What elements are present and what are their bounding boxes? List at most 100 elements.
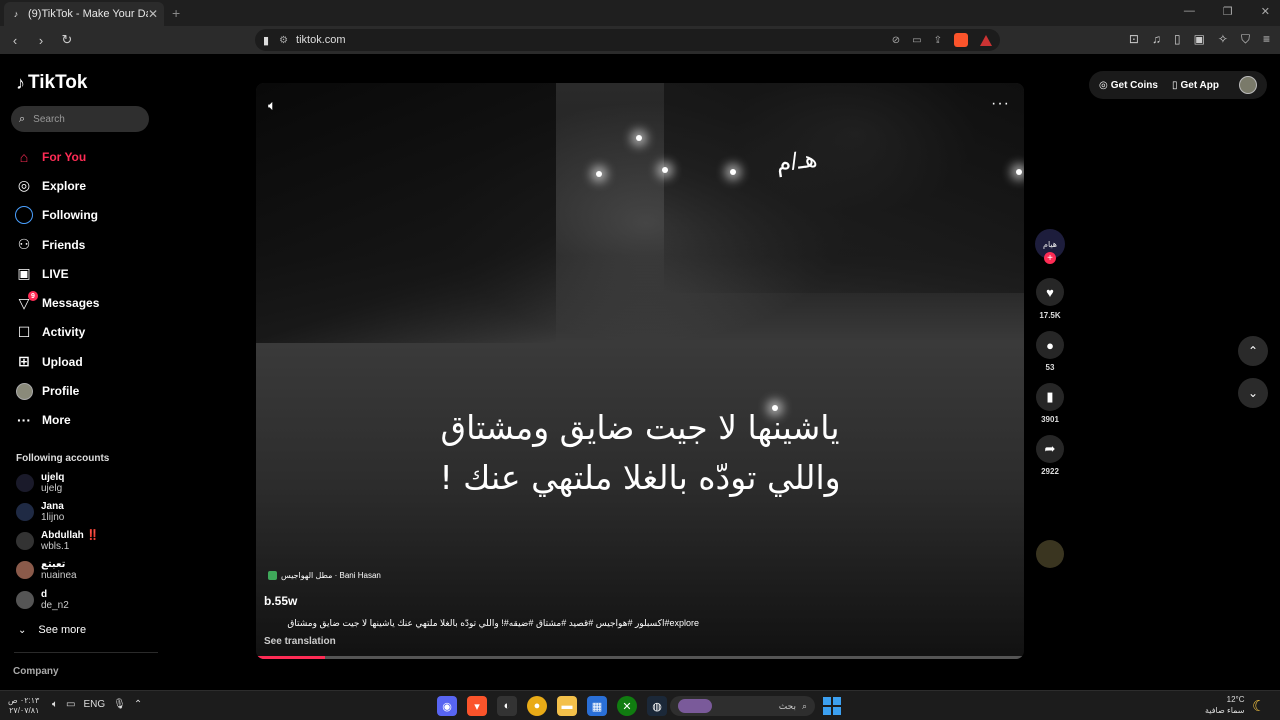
- speaker-icon[interactable]: 🔈︎: [52, 699, 58, 710]
- weather-widget[interactable]: 12°C سماء صافية: [1205, 694, 1245, 716]
- more-options-icon[interactable]: ···: [991, 95, 1010, 113]
- nav-messages[interactable]: ▽ 9 Messages: [14, 288, 99, 317]
- browser-tabbar: ♪ (9)TikTok - Make Your Day ✕ + — ❐ ✕: [0, 0, 1280, 26]
- nav-for-you[interactable]: ⌂ For You: [14, 142, 99, 171]
- user-avatar[interactable]: [1239, 76, 1257, 94]
- chevron-up-icon: ⌃: [1247, 344, 1259, 358]
- no-translate-icon[interactable]: ⊘: [892, 35, 900, 46]
- comment-button[interactable]: ●: [1036, 331, 1064, 359]
- steam-icon[interactable]: ◍: [647, 696, 667, 716]
- share-icon[interactable]: ⇪: [934, 35, 942, 46]
- vpn-icon[interactable]: ⛉: [1241, 32, 1250, 47]
- nav-activity[interactable]: ☐ Activity: [14, 318, 99, 347]
- file-explorer-icon[interactable]: ▬: [557, 696, 577, 716]
- tray-overflow-icon[interactable]: ⌃: [134, 699, 142, 710]
- wallet-icon[interactable]: ▣: [1194, 32, 1205, 47]
- home-icon: ⌂: [19, 148, 29, 165]
- chevron-down-icon: ⌄: [1247, 386, 1259, 400]
- video-overlay-signature: هـ/م: [774, 145, 819, 178]
- cast-icon[interactable]: ▭: [912, 35, 921, 46]
- follow-plus-icon[interactable]: +: [1044, 252, 1056, 264]
- moon-icon: ☾: [1252, 698, 1266, 715]
- tiktok-note-icon: ♪: [16, 72, 25, 93]
- volume-icon[interactable]: 🔈︎: [268, 97, 276, 114]
- discord-icon[interactable]: ◉: [437, 696, 457, 716]
- language-indicator[interactable]: ENG: [83, 699, 105, 710]
- music-icon[interactable]: ♫: [1152, 32, 1161, 47]
- profile-avatar: [14, 382, 34, 400]
- sidebar-icon[interactable]: ▯: [1174, 32, 1181, 47]
- nav-explore[interactable]: ◎ Explore: [14, 171, 99, 200]
- leo-icon[interactable]: ✧: [1218, 32, 1228, 47]
- site-info-icon[interactable]: ⚙: [279, 35, 288, 46]
- nav-following[interactable]: Following: [14, 201, 99, 230]
- activity-icon: ☐: [17, 323, 31, 340]
- following-account[interactable]: Jana 1lijno: [16, 501, 64, 523]
- like-button[interactable]: ♥: [1036, 278, 1064, 306]
- brave-icon[interactable]: ▾: [467, 696, 487, 716]
- nav-profile[interactable]: Profile: [14, 376, 99, 405]
- video-caption-line2: واللي تودّه بالغلا ملتهي عنك !: [439, 458, 841, 497]
- author-name[interactable]: b.55w: [264, 594, 297, 608]
- chrome-icon[interactable]: ●: [527, 696, 547, 716]
- close-window-icon[interactable]: ✕: [1261, 5, 1270, 18]
- video-progress-bar[interactable]: [256, 656, 1024, 659]
- app-icon[interactable]: ◐: [497, 696, 517, 716]
- new-tab-icon[interactable]: +: [172, 5, 180, 21]
- microphone-icon[interactable]: 🎙︎: [113, 699, 126, 710]
- tiktok-favicon-icon: ♪: [13, 9, 19, 19]
- company-link[interactable]: Company: [13, 666, 59, 677]
- network-icon[interactable]: ▭: [66, 699, 75, 710]
- browser-tab[interactable]: ♪ (9)TikTok - Make Your Day ✕: [4, 2, 164, 26]
- forward-icon[interactable]: ›: [30, 33, 52, 48]
- nav-upload[interactable]: ⊞ Upload: [14, 347, 99, 376]
- taskbar-apps: ◉ ▾ ◐ ● ▬ ▦ ✕ ◍: [437, 696, 667, 716]
- menu-icon[interactable]: ≡: [1263, 32, 1270, 47]
- window-controls: — ❐ ✕: [1184, 5, 1270, 18]
- get-coins-button[interactable]: ◎ Get Coins: [1099, 80, 1158, 91]
- brave-rewards-icon[interactable]: [980, 34, 992, 46]
- see-more-button[interactable]: ⌄ See more: [18, 624, 86, 636]
- store-icon[interactable]: ▦: [587, 696, 607, 716]
- share-button[interactable]: ➦: [1036, 435, 1064, 463]
- nav-live[interactable]: ▣ LIVE: [14, 259, 99, 288]
- close-tab-icon[interactable]: ✕: [148, 7, 158, 21]
- back-icon[interactable]: ‹: [4, 33, 26, 48]
- tiktok-logo[interactable]: ♪ TikTok: [16, 72, 87, 94]
- previous-video-button[interactable]: ⌃: [1238, 336, 1268, 366]
- reload-icon[interactable]: ↻: [56, 32, 78, 48]
- music-tag[interactable]: مطل الهواجيس · Bani Hasan: [268, 571, 381, 580]
- nav-friends[interactable]: ⚇ Friends: [14, 230, 99, 259]
- minimize-icon[interactable]: —: [1184, 5, 1195, 18]
- messages-badge: 9: [28, 291, 38, 302]
- see-translation-button[interactable]: See translation: [264, 636, 336, 647]
- comment-icon: ●: [1046, 337, 1054, 353]
- music-disc-icon[interactable]: [1036, 540, 1064, 568]
- search-input[interactable]: ⌕ Search: [11, 106, 149, 132]
- messages-icon: ▽ 9: [14, 291, 38, 312]
- get-app-button[interactable]: ▯ Get App: [1172, 80, 1219, 91]
- following-account[interactable]: Abdullah ‼️ wbls.1: [16, 530, 99, 552]
- xbox-icon[interactable]: ✕: [617, 696, 637, 716]
- brave-shields-icon[interactable]: [954, 33, 968, 47]
- screenshot-icon[interactable]: ⊡: [1129, 32, 1139, 47]
- save-button[interactable]: ▮: [1036, 383, 1064, 411]
- windows-start-icon[interactable]: [822, 696, 842, 716]
- following-ring-icon: [14, 206, 34, 225]
- video-description: explore#اكسبلور #هواجيس #قصيد #مشتاق #ضي…: [287, 618, 699, 628]
- video-player[interactable]: 🔈︎ ··· هـ/م ياشينها لا جيت ضايق ومشتاق و…: [256, 83, 1024, 659]
- nav-more[interactable]: ··· More: [14, 406, 99, 435]
- following-account[interactable]: d de_n2: [16, 589, 69, 611]
- next-video-button[interactable]: ⌄: [1238, 378, 1268, 408]
- following-account[interactable]: ujelq ujelg: [16, 472, 64, 494]
- video-scene: [730, 169, 736, 175]
- bookmark-icon[interactable]: ▮: [263, 34, 269, 47]
- taskbar-search[interactable]: بحث ⌕: [670, 696, 815, 716]
- clock[interactable]: ٠٢:١٣ ص ٢٧/٠٧/٨١: [8, 696, 39, 716]
- following-account[interactable]: تعبتع nuainea: [16, 559, 77, 581]
- video-scene: [662, 167, 668, 173]
- divider: [14, 652, 158, 653]
- address-bar[interactable]: ▮ ⚙ tiktok.com ⊘ ▭ ⇪: [255, 29, 1000, 51]
- taskbar: ٠٢:١٣ ص ٢٧/٠٧/٨١ 🔈︎ ▭ ENG 🎙︎ ⌃ ◉ ▾ ◐ ● ▬…: [0, 690, 1280, 720]
- maximize-icon[interactable]: ❐: [1223, 5, 1233, 18]
